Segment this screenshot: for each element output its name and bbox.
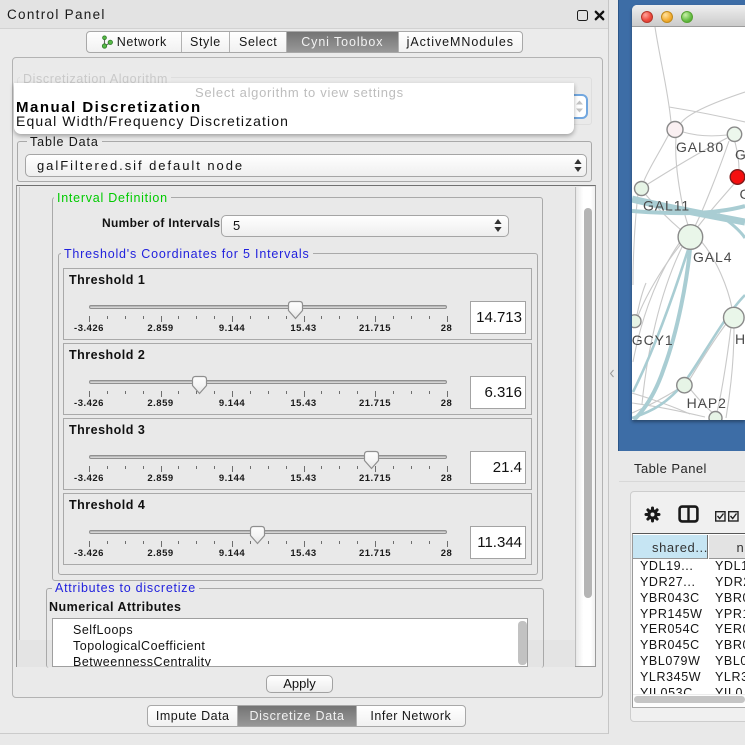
- svg-text:C: C: [740, 186, 745, 202]
- svg-text:GAL80: GAL80: [676, 139, 724, 155]
- svg-text:GCY1: GCY1: [632, 332, 674, 348]
- svg-text:GAL4: GAL4: [693, 249, 732, 265]
- svg-text:G.: G.: [735, 147, 745, 163]
- svg-text:GAL11: GAL11: [643, 198, 690, 214]
- svg-text:HAP2: HAP2: [687, 395, 727, 411]
- svg-text:H: H: [735, 331, 745, 347]
